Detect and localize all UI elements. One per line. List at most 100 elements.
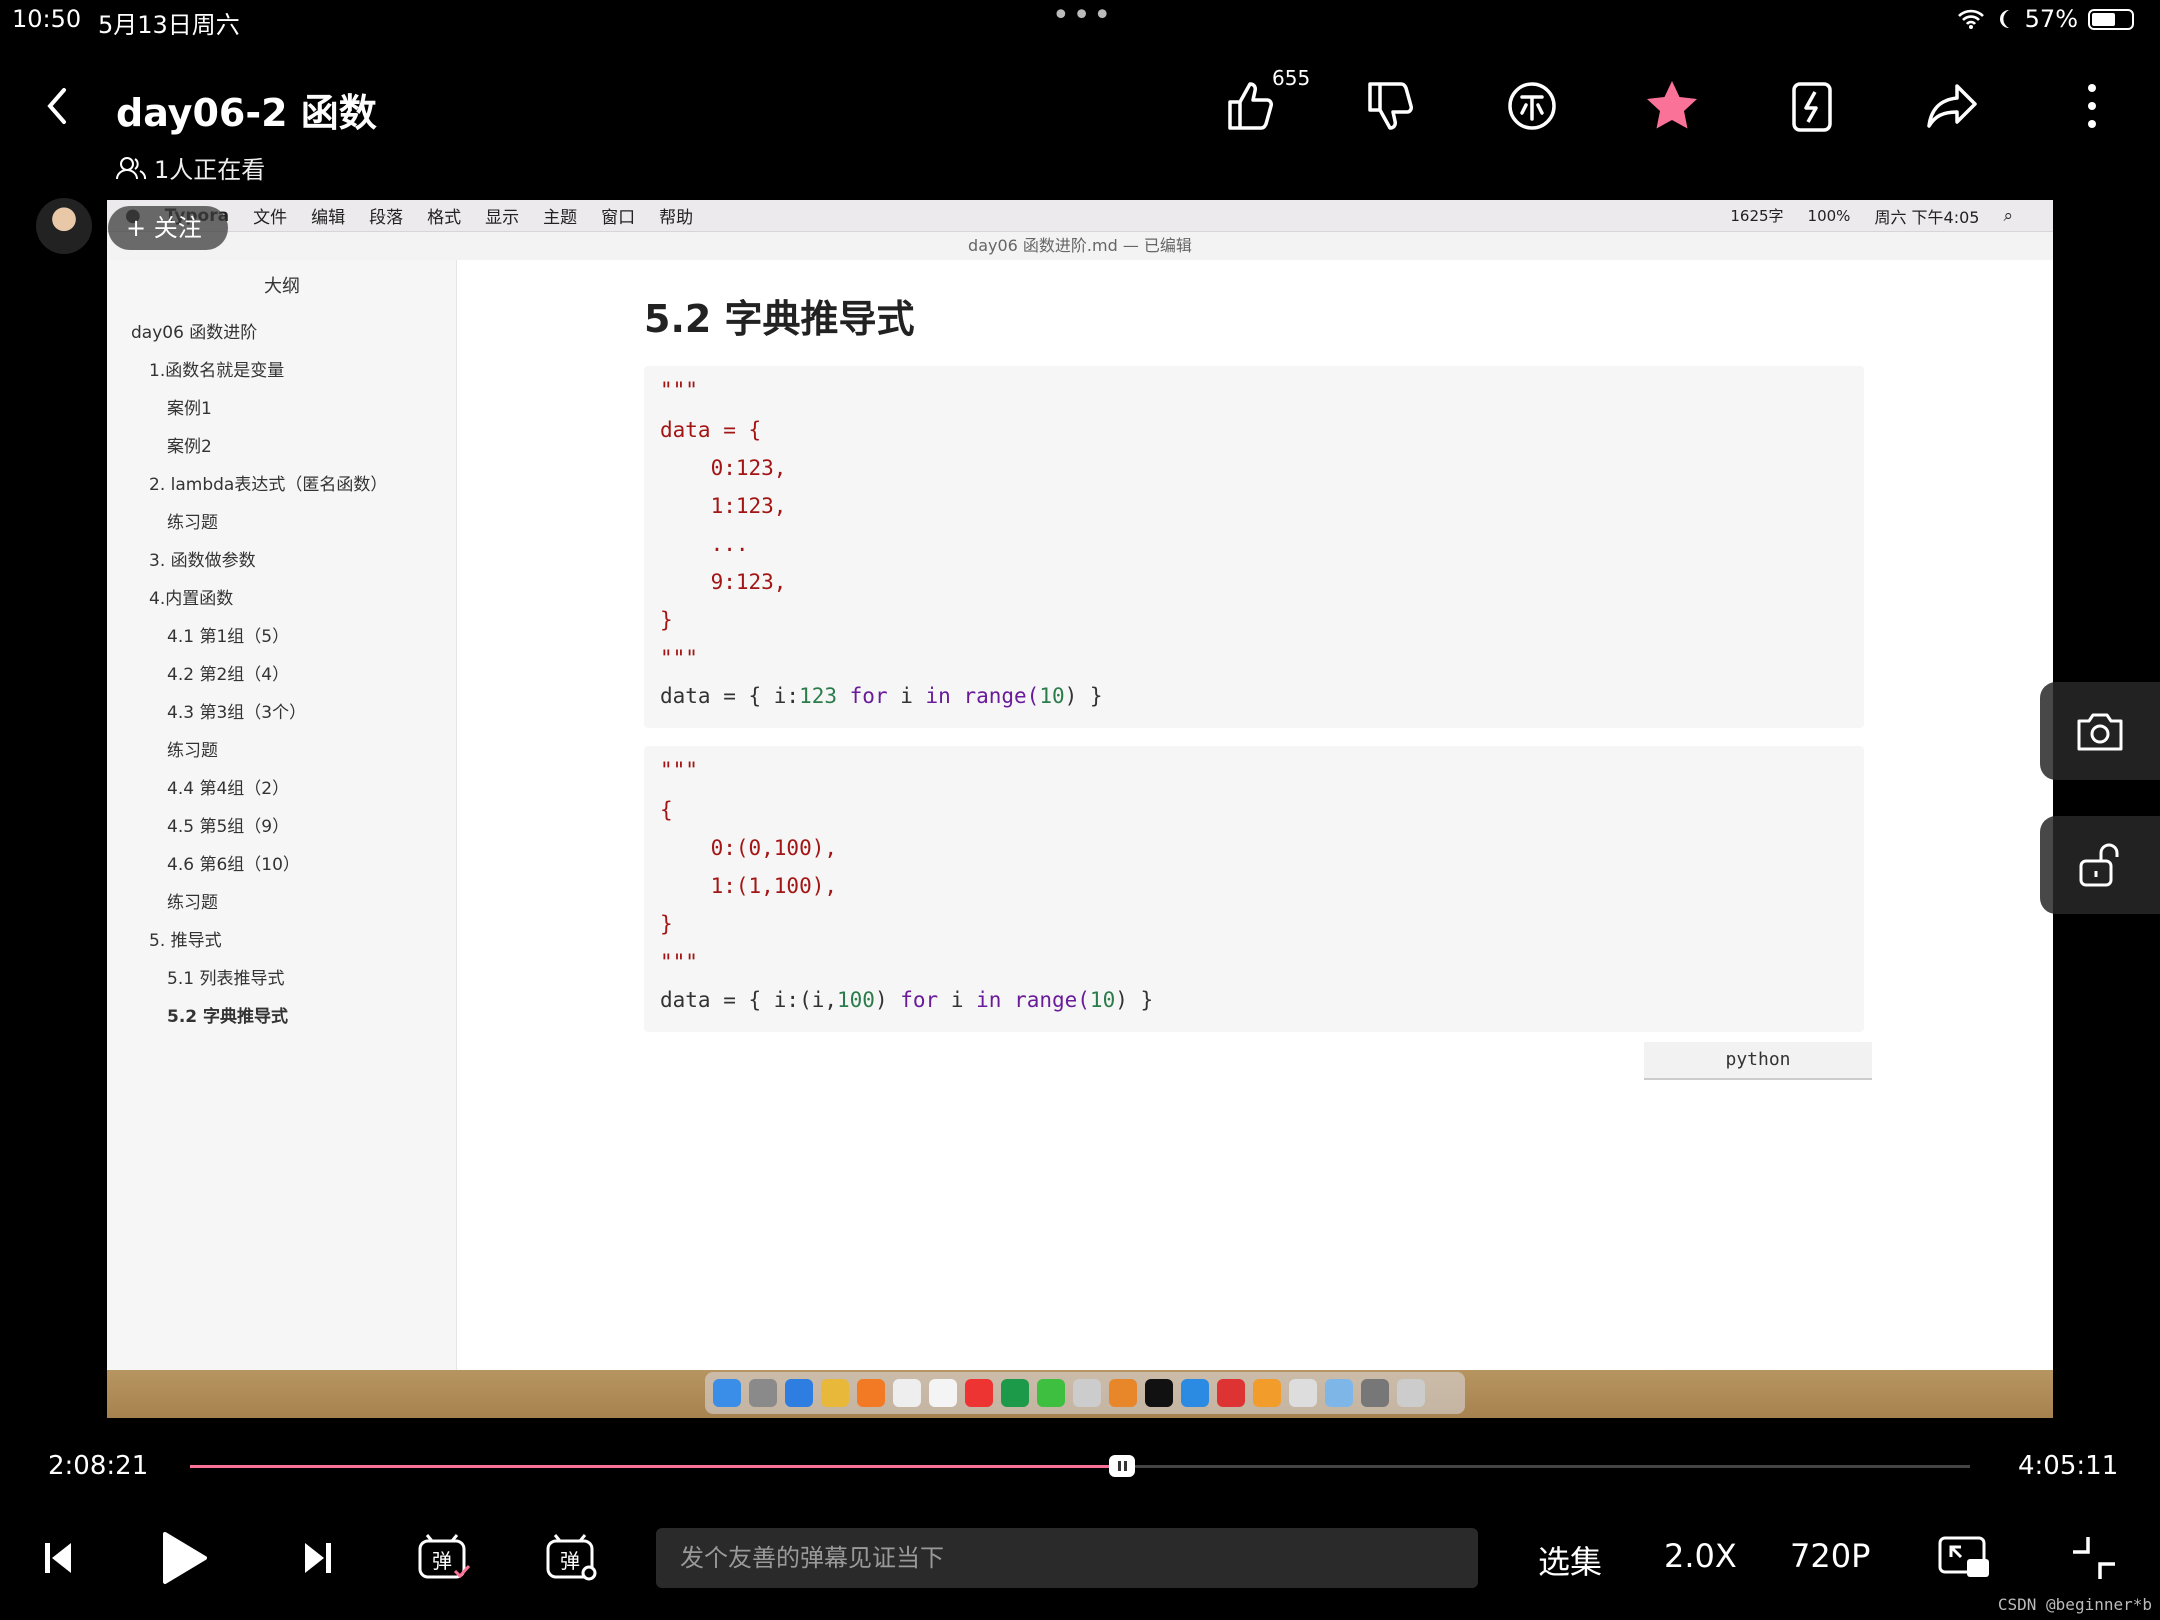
wechat-icon [1037,1379,1065,1407]
outline-item[interactable]: 4.3 第3组（3个） [167,698,306,723]
window-title: day06 函数进阶.md — 已编辑 [107,232,2053,260]
play-icon [163,1532,207,1584]
speed-button[interactable]: 2.0X [1664,1537,1737,1575]
section-heading: 5.2 字典推导式 [644,297,915,341]
app-icon [1217,1379,1245,1407]
more-button[interactable] [2052,66,2132,146]
outline-item[interactable]: 4.1 第1组（5） [167,622,289,647]
code-line: 1:123, [660,494,787,518]
code-line: """ [660,758,698,782]
outline-item[interactable]: 5. 推导式 [149,926,222,951]
skip-forward-icon [305,1543,331,1573]
progress-played [190,1465,1122,1468]
svg-text:弹: 弹 [432,1549,452,1573]
current-time: 2:08:21 [48,1451,149,1481]
code-token: i [900,684,913,708]
outline-sidebar: 大纲 day06 函数进阶 1.函数名就是变量 案例1 案例2 2. lambd… [107,260,457,1370]
outline-item[interactable]: 练习题 [167,508,218,533]
code-block-2[interactable]: """ { 0:(0,100), 1:(1,100), } """ data =… [644,746,1864,1032]
play-button[interactable] [156,1530,212,1586]
outline-item[interactable]: 2. lambda表达式（匿名函数） [149,470,387,495]
code-token: data = { i: [660,684,800,708]
danmaku-settings[interactable]: 弹 [544,1530,600,1586]
code-line-final: data = { i:(i,100) for i in range(10) } [660,988,1153,1012]
menu-item: 段落 [369,208,404,228]
code-line: 9:123, [660,570,787,594]
outline-item[interactable]: 4.5 第5组（9） [167,812,289,837]
outline-header: 大纲 [264,276,300,297]
skip-back-icon [45,1543,71,1573]
follow-button[interactable]: + 关注 [108,206,228,250]
music-icon [965,1379,993,1407]
code-line: """ [660,646,698,670]
wifi-icon [1957,9,1984,29]
progress-thumb[interactable] [1109,1455,1135,1477]
share-arrow-icon [1927,84,1977,128]
previous-button[interactable] [36,1530,80,1586]
code-token: 100 [837,988,875,1012]
quality-button[interactable]: 720P [1790,1537,1870,1575]
danmaku-input[interactable]: 发个友善的弹幕见证当下 [656,1528,1478,1588]
menu-item: 文件 [253,208,288,228]
pycharm-icon [1001,1379,1029,1407]
code-line: data = { [660,418,762,442]
outline-item[interactable]: 案例1 [167,394,212,419]
uploader-avatar[interactable] [36,198,92,254]
outline-item[interactable]: 3. 函数做参数 [149,546,256,571]
camera-icon [2077,713,2123,751]
episodes-button[interactable]: 选集 [1538,1537,1602,1583]
people-icon [116,156,146,179]
screenshot-button[interactable] [2040,682,2160,780]
outline-item[interactable]: 4.2 第2组（4） [167,660,289,685]
back-icon[interactable] [40,84,76,128]
mac-menubar: ● Typora 文件 编辑 段落 格式 显示 主题 窗口 帮助 1625字 1… [107,200,2053,232]
pip-button[interactable] [1936,1530,1992,1586]
menu-item: 编辑 [311,208,346,228]
svg-text:弹: 弹 [560,1549,580,1573]
outline-item[interactable]: 4.内置函数 [149,584,233,609]
outline-item[interactable]: day06 函数进阶 [131,318,257,343]
video-title: day06-2 函数 [116,91,377,135]
code-token: range( [1014,988,1090,1012]
exit-fullscreen-icon [2073,1537,2115,1579]
code-token: ) } [1115,988,1154,1012]
favorite-button[interactable] [1632,66,1712,146]
picture-in-picture-icon [1938,1536,1989,1577]
exit-fullscreen-button[interactable] [2066,1530,2122,1586]
outline-item[interactable]: 5.1 列表推导式 [167,964,284,989]
code-language-label[interactable]: python [1644,1042,1872,1080]
menu-item: 显示 [485,208,520,228]
outline-item[interactable]: 练习题 [167,736,218,761]
viewer-text: 1人正在看 [154,156,266,184]
menu-item: 主题 [543,208,578,228]
outline-item[interactable]: 1.函数名就是变量 [149,356,284,381]
outline-item-active[interactable]: 5.2 字典推导式 [167,1002,288,1027]
video-frame[interactable]: ● Typora 文件 编辑 段落 格式 显示 主题 窗口 帮助 1625字 1… [107,200,2053,1418]
charge-button[interactable] [1772,66,1852,146]
dislike-button[interactable] [1352,66,1432,146]
next-button[interactable] [296,1530,340,1586]
danmaku-on-icon: 弹 [418,1534,471,1579]
code-line: 0:(0,100), [660,836,838,860]
code-token: ) } [1064,684,1103,708]
outline-item[interactable]: 4.4 第4组（2） [167,774,289,799]
code-line: """ [660,378,698,402]
safari-icon [785,1379,813,1407]
danmaku-toggle[interactable]: 弹 [416,1530,472,1586]
watermark: CSDN @beginner*b [1997,1595,2152,1614]
multitask-dots[interactable]: ••• [1052,0,1114,33]
share-button[interactable] [1912,66,1992,146]
document-icon [1289,1379,1317,1407]
code-token: data = { i:(i, [660,988,838,1012]
lock-screen-button[interactable] [2040,816,2160,914]
chrome-icon [821,1379,849,1407]
mac-clock: 周六 下午4:05 [1874,207,1980,227]
code-block-1[interactable]: """ data = { 0:123, 1:123, ... 9:123, } … [644,366,1864,728]
outline-item[interactable]: 案例2 [167,432,212,457]
code-token: in [912,684,964,708]
outline-item[interactable]: 练习题 [167,888,218,913]
outline-item[interactable]: 4.6 第6组（10） [167,850,300,875]
coin-button[interactable] [1492,66,1572,146]
progress-bar[interactable] [190,1455,1970,1477]
document-area[interactable]: 5.2 字典推导式 """ data = { 0:123, 1:123, ...… [457,260,2053,1370]
